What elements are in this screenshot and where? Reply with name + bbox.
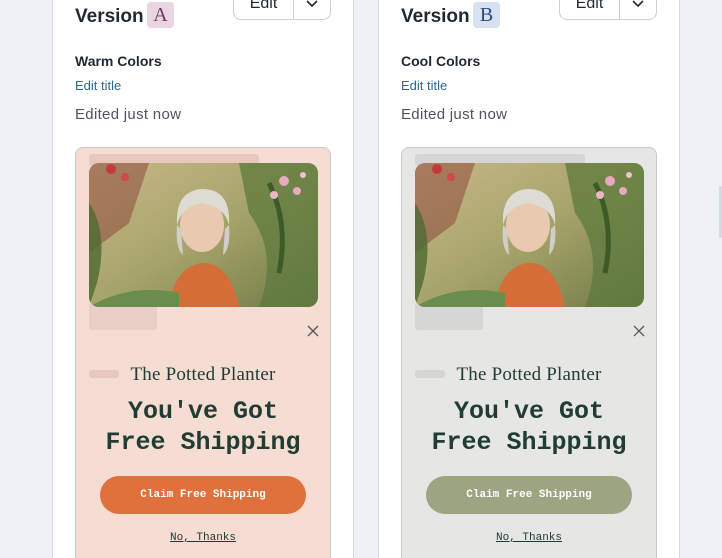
dropdown-button[interactable] <box>294 0 330 19</box>
edit-button-group: Edit <box>233 0 331 20</box>
edited-status: Edited just now <box>75 106 182 123</box>
edit-title-link[interactable]: Edit title <box>75 78 121 93</box>
edit-button[interactable]: Edit <box>560 0 620 19</box>
hero-image <box>415 163 644 307</box>
edit-title-link[interactable]: Edit title <box>401 78 447 93</box>
close-icon[interactable] <box>632 324 646 338</box>
brand-name: The Potted Planter <box>456 364 602 385</box>
version-title: Cool Colors <box>401 53 481 69</box>
version-label: Version <box>75 6 144 27</box>
claim-free-shipping-button[interactable]: Claim Free Shipping <box>100 476 306 514</box>
popup-headline: You've Got Free Shipping <box>402 396 656 458</box>
no-thanks-link[interactable]: No, Thanks <box>76 532 330 544</box>
version-badge: B <box>473 2 500 28</box>
chevron-down-icon <box>632 0 644 8</box>
headline-line-2: Free Shipping <box>431 428 627 457</box>
headline-line-2: Free Shipping <box>105 428 301 457</box>
headline-line-1: You've Got <box>127 397 279 426</box>
card-header: Version B Edit <box>401 0 657 33</box>
version-card-b: Version B Edit Cool Colors Edit title Ed… <box>378 0 680 558</box>
claim-free-shipping-button[interactable]: Claim Free Shipping <box>426 476 632 514</box>
popup-preview[interactable]: The Potted Planter You've Got Free Shipp… <box>401 147 657 558</box>
version-title: Warm Colors <box>75 53 162 69</box>
card-header: Version A Edit <box>75 0 331 33</box>
edit-button-group: Edit <box>559 0 657 20</box>
version-label: Version <box>401 6 470 27</box>
brand-name: The Potted Planter <box>130 364 276 385</box>
chevron-down-icon <box>306 0 318 8</box>
no-thanks-link[interactable]: No, Thanks <box>402 532 656 544</box>
edited-status: Edited just now <box>401 106 508 123</box>
hero-image <box>89 163 318 307</box>
popup-headline: You've Got Free Shipping <box>76 396 330 458</box>
headline-line-1: You've Got <box>453 397 605 426</box>
version-badge: A <box>147 2 174 28</box>
popup-preview[interactable]: The Potted Planter You've Got Free Shipp… <box>75 147 331 558</box>
close-icon[interactable] <box>306 324 320 338</box>
version-card-a: Version A Edit Warm Colors Edit title Ed… <box>52 0 354 558</box>
dropdown-button[interactable] <box>620 0 656 19</box>
edit-button[interactable]: Edit <box>234 0 294 19</box>
